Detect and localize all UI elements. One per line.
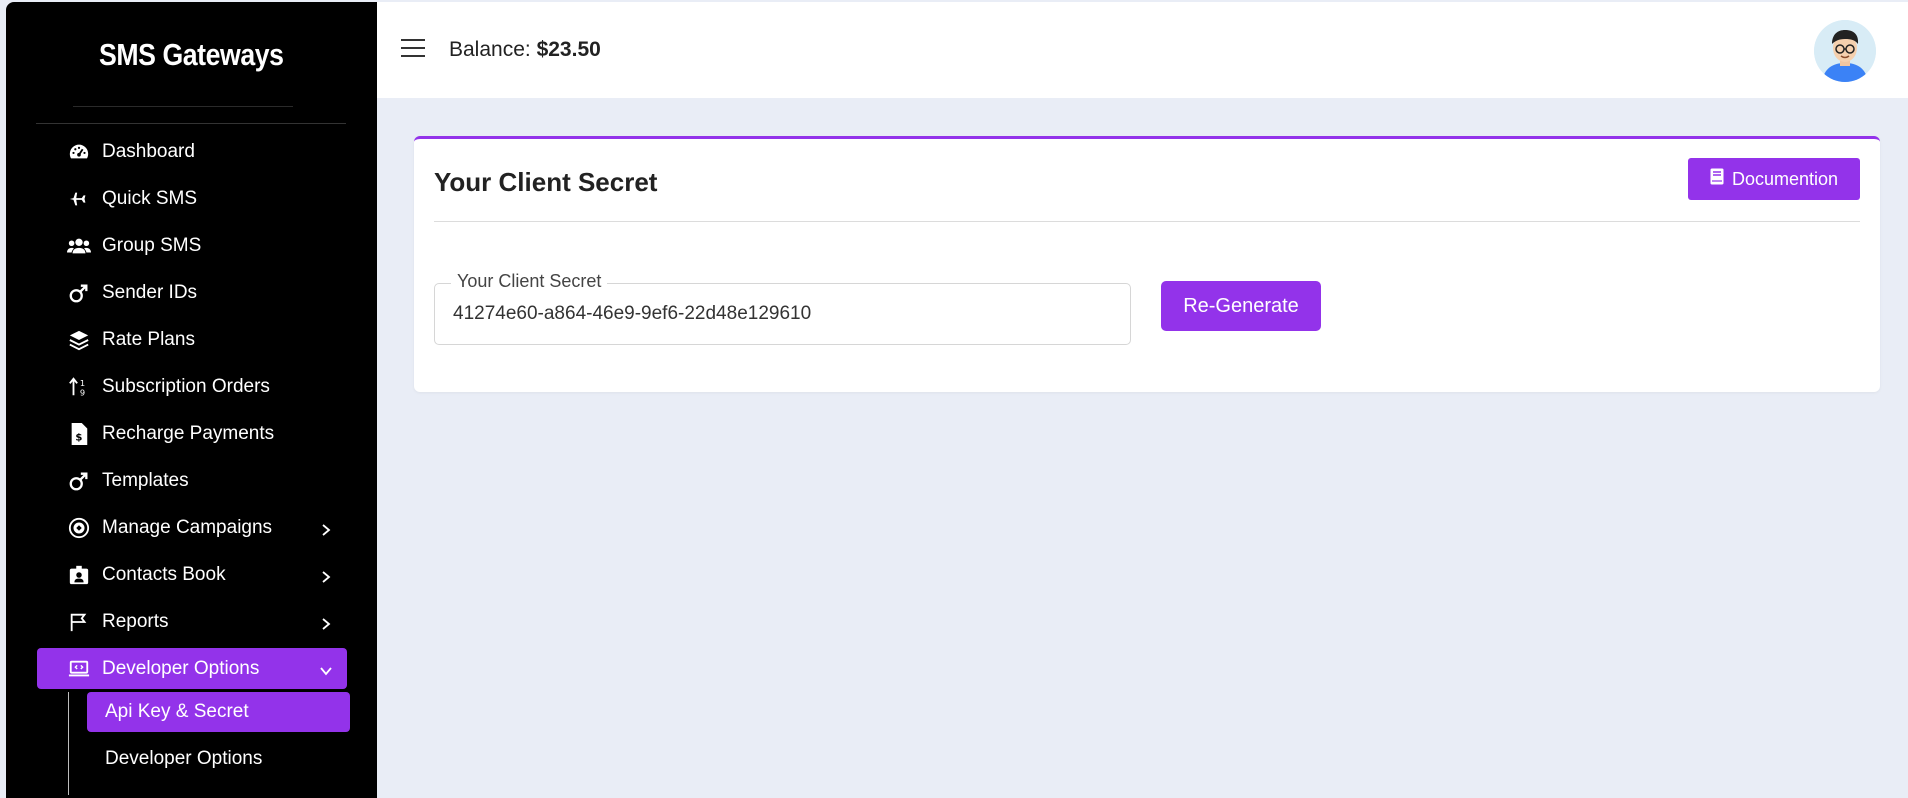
sidebar-item-label: Subscription Orders — [102, 375, 270, 397]
sidebar-menu: Dashboard Quick SMS Group SMS Sender IDs… — [37, 128, 350, 795]
male-icon — [67, 281, 91, 305]
sidebar-item-quick-sms[interactable]: Quick SMS — [37, 175, 347, 222]
sidebar-item-templates[interactable]: Templates — [37, 457, 347, 504]
sidebar-item-label: Reports — [102, 610, 169, 632]
developer-submenu: Api Key & Secret Developer Options — [37, 692, 350, 795]
submenu-line — [68, 692, 69, 795]
sidebar-item-rate-plans[interactable]: Rate Plans — [37, 316, 347, 363]
invoice-dollar-icon: $ — [67, 422, 91, 446]
sidebar-item-label: Sender IDs — [102, 281, 198, 303]
brand: SMS Gateways — [6, 2, 377, 108]
submenu-item-developer-options[interactable]: Developer Options — [87, 739, 350, 779]
submenu-item-api-key-secret[interactable]: Api Key & Secret — [87, 692, 350, 732]
sidebar: SMS Gateways Dashboard Quick SMS Group S… — [6, 2, 377, 798]
sidebar-item-label: Contacts Book — [102, 563, 226, 585]
brand-title: SMS Gateways — [99, 37, 284, 72]
flag-icon — [67, 610, 91, 634]
sidebar-item-label: Developer Options — [102, 657, 260, 679]
sidebar-item-subscription-orders[interactable]: 19 Subscription Orders — [37, 363, 347, 410]
sidebar-item-dashboard[interactable]: Dashboard — [37, 128, 347, 175]
divider — [434, 221, 1860, 222]
book-icon — [1710, 168, 1724, 190]
sort-icon: 19 — [67, 375, 91, 399]
balance-label: Balance: — [449, 38, 531, 61]
sidebar-item-reports[interactable]: Reports — [37, 598, 347, 645]
balance-value: $23.50 — [536, 38, 601, 61]
sidebar-item-label: Manage Campaigns — [102, 516, 273, 538]
campaign-icon — [67, 516, 91, 540]
svg-text:9: 9 — [80, 387, 85, 397]
laptop-code-icon — [67, 657, 91, 681]
plane-icon — [67, 187, 91, 211]
chevron-right-icon — [319, 615, 333, 630]
svg-text:$: $ — [75, 432, 82, 443]
menu-toggle-icon[interactable] — [401, 39, 425, 61]
submenu-item-label: Developer Options — [105, 748, 263, 769]
divider — [73, 106, 293, 107]
male-icon — [67, 469, 91, 493]
sidebar-item-label: Quick SMS — [102, 187, 198, 209]
client-secret-card: Your Client Secret Documention Your Clie… — [414, 136, 1880, 392]
sidebar-item-label: Templates — [102, 469, 189, 491]
users-icon — [67, 234, 91, 258]
documentation-button[interactable]: Documention — [1688, 158, 1860, 200]
sidebar-item-group-sms[interactable]: Group SMS — [37, 222, 347, 269]
avatar[interactable] — [1814, 20, 1876, 82]
regenerate-button[interactable]: Re-Generate — [1161, 281, 1321, 331]
client-secret-input[interactable] — [453, 284, 1113, 344]
id-badge-icon — [67, 563, 91, 587]
topbar: Balance: $23.50 — [377, 2, 1908, 98]
sidebar-item-recharge-payments[interactable]: $ Recharge Payments — [37, 410, 347, 457]
sidebar-item-developer-options[interactable]: Developer Options — [37, 648, 347, 689]
submenu-item-label: Api Key & Secret — [105, 701, 249, 722]
sidebar-item-label: Rate Plans — [102, 328, 195, 350]
sidebar-item-label: Group SMS — [102, 234, 202, 256]
dashboard-icon — [67, 140, 91, 164]
sidebar-item-contacts-book[interactable]: Contacts Book — [37, 551, 347, 598]
balance-display: Balance: $23.50 — [449, 38, 601, 62]
chevron-right-icon — [319, 521, 333, 536]
chevron-right-icon — [319, 568, 333, 583]
sidebar-item-label: Dashboard — [102, 140, 195, 162]
divider — [36, 123, 346, 124]
chevron-down-icon — [319, 662, 333, 676]
page-title: Your Client Secret — [434, 167, 658, 197]
sidebar-item-label: Recharge Payments — [102, 422, 275, 444]
layers-icon — [67, 328, 91, 352]
documentation-button-label: Documention — [1731, 168, 1839, 189]
client-secret-field: Your Client Secret — [434, 271, 1131, 345]
sidebar-item-manage-campaigns[interactable]: Manage Campaigns — [37, 504, 347, 551]
sidebar-item-sender-ids[interactable]: Sender IDs — [37, 269, 347, 316]
